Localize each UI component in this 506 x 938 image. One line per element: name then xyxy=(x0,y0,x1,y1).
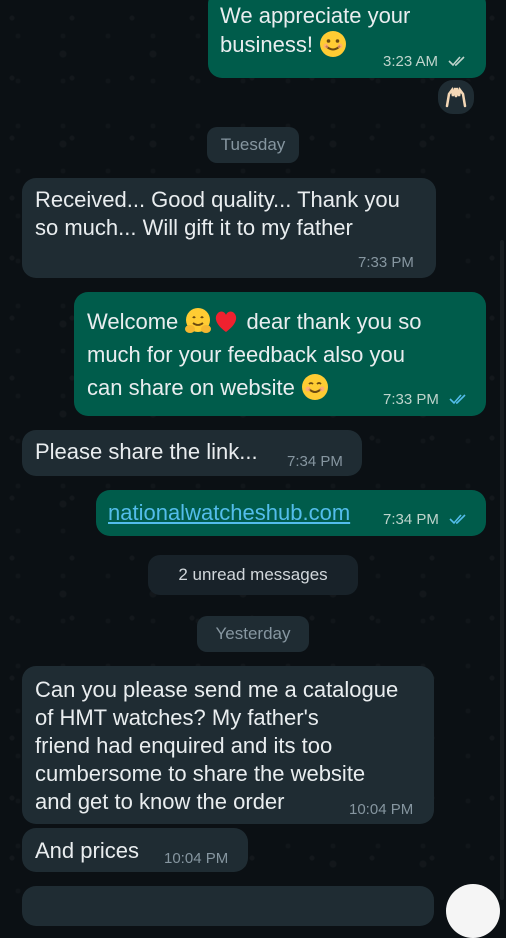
message-text: And prices xyxy=(35,838,139,863)
message-text: friend had enquired and its too xyxy=(35,733,333,758)
date-separator-yesterday: Yesterday xyxy=(197,616,309,652)
message-text: Received... Good quality... Thank you xyxy=(35,187,400,212)
message-time: 10:04 PM xyxy=(164,850,229,867)
read-ticks-icon xyxy=(449,512,469,529)
message-text: Please share the link... xyxy=(35,439,258,464)
message-time: 7:33 PM xyxy=(383,391,439,408)
message-incoming[interactable]: And prices 10:04 PM xyxy=(22,828,248,872)
message-text: and get to know the order xyxy=(35,789,285,814)
message-text: Welcome xyxy=(87,309,179,334)
message-text: so much... Will gift it to my father xyxy=(35,215,353,240)
message-incoming[interactable]: Can you please send me a catalogue of HM… xyxy=(22,666,434,824)
reaction-raising-hands-icon[interactable] xyxy=(436,78,476,116)
message-text: dear thank you so xyxy=(246,309,422,334)
delivered-ticks-icon xyxy=(448,54,468,71)
red-heart-emoji-icon xyxy=(212,307,240,335)
message-time: 7:34 PM xyxy=(287,453,343,470)
message-outgoing[interactable]: We appreciate your business! 3:23 AM xyxy=(208,0,486,78)
read-ticks-icon xyxy=(449,392,469,409)
scrollbar[interactable] xyxy=(500,240,504,900)
message-time: 3:23 AM xyxy=(383,53,439,70)
message-text: can share on website xyxy=(87,375,295,400)
message-text: of HMT watches? My father's xyxy=(35,705,319,730)
message-outgoing[interactable]: nationalwatcheshub.com 7:34 PM xyxy=(96,490,486,536)
message-incoming-partial[interactable] xyxy=(22,886,434,926)
message-text: cumbersome to share the website xyxy=(35,761,366,786)
message-text: We appreciate your xyxy=(220,3,411,28)
message-incoming[interactable]: Received... Good quality... Thank you so… xyxy=(22,178,436,278)
date-separator-tuesday: Tuesday xyxy=(207,127,299,163)
message-text: business! xyxy=(220,32,313,57)
message-time: 7:34 PM xyxy=(383,511,439,528)
website-link[interactable]: nationalwatcheshub.com xyxy=(108,500,350,525)
smiling-face-emoji-icon xyxy=(301,373,329,401)
smiling-face-emoji-icon xyxy=(319,30,347,58)
message-text: much for your feedback also you xyxy=(87,342,405,367)
scroll-to-bottom-button[interactable] xyxy=(446,884,500,938)
unread-messages-banner: 2 unread messages xyxy=(148,555,358,595)
message-outgoing[interactable]: Welcome dear thank you so much for your … xyxy=(74,292,486,416)
message-text: Can you please send me a catalogue xyxy=(35,677,399,702)
message-time: 7:33 PM xyxy=(358,254,414,271)
message-incoming[interactable]: Please share the link... 7:34 PM xyxy=(22,430,362,476)
message-time: 10:04 PM xyxy=(349,801,414,818)
hugging-face-emoji-icon xyxy=(184,307,212,335)
